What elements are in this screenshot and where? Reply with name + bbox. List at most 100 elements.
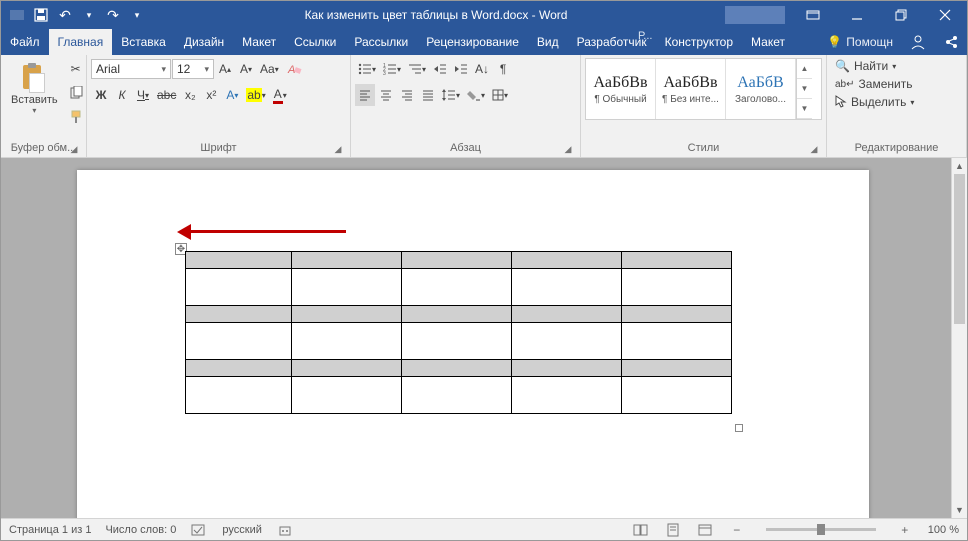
change-case-icon[interactable]: Aa▾	[257, 58, 282, 80]
borders-icon[interactable]: ▾	[489, 84, 511, 106]
font-color-icon[interactable]: A▾	[270, 84, 290, 106]
context-tab-label: Р...	[638, 30, 652, 42]
highlight-icon[interactable]: ab▾	[243, 84, 268, 106]
scroll-thumb[interactable]	[954, 174, 965, 324]
paste-button[interactable]: Вставить ▾	[5, 58, 64, 119]
style-heading1[interactable]: АаБбВ Заголово...	[726, 59, 796, 119]
cut-icon[interactable]: ✂	[66, 58, 86, 80]
save-icon[interactable]	[31, 5, 51, 25]
zoom-level[interactable]: 100 %	[928, 524, 959, 536]
indent-icon[interactable]	[451, 58, 471, 80]
spellcheck-icon[interactable]	[190, 521, 208, 539]
tab-review[interactable]: Рецензирование	[417, 29, 528, 55]
close-icon[interactable]	[923, 1, 967, 29]
shrink-font-icon[interactable]: A▾	[236, 58, 256, 80]
tab-mailings[interactable]: Рассылки	[345, 29, 417, 55]
share-icon[interactable]	[935, 29, 967, 55]
bold-button[interactable]: Ж	[91, 84, 111, 106]
line-spacing-icon[interactable]: ▾	[439, 84, 463, 106]
group-font: Шрифт ◢	[91, 140, 346, 157]
multilevel-icon[interactable]: ▾	[405, 58, 429, 80]
tab-table-layout[interactable]: Макет	[742, 29, 794, 55]
text-effects-icon[interactable]: A▾	[222, 84, 242, 106]
tell-me[interactable]: 💡 Помощн	[819, 29, 901, 55]
font-launcher-icon[interactable]: ◢	[332, 143, 344, 155]
word-app-icon	[7, 5, 27, 25]
tab-design[interactable]: Дизайн	[175, 29, 233, 55]
table-resize-handle[interactable]	[735, 424, 743, 432]
status-language[interactable]: русский	[222, 524, 261, 536]
tab-view[interactable]: Вид	[528, 29, 568, 55]
superscript-button[interactable]: x²	[201, 84, 221, 106]
italic-button[interactable]: К	[112, 84, 132, 106]
gallery-more-icon[interactable]: ▼	[797, 99, 812, 119]
read-mode-icon[interactable]	[632, 521, 650, 539]
style-normal[interactable]: АаБбВв ¶ Обычный	[586, 59, 656, 119]
tab-layout[interactable]: Макет	[233, 29, 285, 55]
restore-icon[interactable]	[879, 1, 923, 29]
replace-button[interactable]: ab↵ Заменить	[831, 76, 962, 92]
zoom-in-icon[interactable]: +	[896, 521, 914, 539]
qat-customize-icon[interactable]: ▾	[127, 5, 147, 25]
outdent-icon[interactable]	[430, 58, 450, 80]
tab-file[interactable]: Файл	[1, 29, 49, 55]
find-button[interactable]: 🔍 Найти▾	[831, 58, 962, 74]
scroll-down-icon[interactable]: ▼	[952, 502, 967, 518]
align-center-icon[interactable]	[376, 84, 396, 106]
sort-icon[interactable]: A↓	[472, 58, 492, 80]
font-size-combo[interactable]: 12▾	[172, 59, 214, 79]
scroll-up-icon[interactable]: ▲	[952, 158, 967, 174]
subscript-button[interactable]: x₂	[180, 84, 200, 106]
replace-icon: ab↵	[835, 79, 855, 90]
numbering-icon[interactable]: 123▾	[380, 58, 404, 80]
select-button[interactable]: Выделить▾	[831, 94, 962, 110]
shading-icon[interactable]: ▾	[464, 84, 488, 106]
macro-icon[interactable]	[276, 521, 294, 539]
gallery-down-icon[interactable]: ▼	[797, 79, 812, 99]
undo-icon[interactable]: ↶	[55, 5, 75, 25]
align-right-icon[interactable]	[397, 84, 417, 106]
print-layout-icon[interactable]	[664, 521, 682, 539]
account-icon[interactable]	[901, 29, 935, 55]
ribbon-display-icon[interactable]	[791, 1, 835, 29]
tab-table-design[interactable]: Конструктор	[656, 29, 742, 55]
group-editing: Редактирование	[831, 140, 962, 157]
redo-icon[interactable]: ↷	[103, 5, 123, 25]
gallery-up-icon[interactable]: ▲	[797, 59, 812, 79]
status-page[interactable]: Страница 1 из 1	[9, 524, 91, 536]
strike-button[interactable]: abc	[154, 84, 179, 106]
justify-icon[interactable]	[418, 84, 438, 106]
show-marks-icon[interactable]: ¶	[493, 58, 513, 80]
grow-font-icon[interactable]: A▴	[215, 58, 235, 80]
lightbulb-icon: 💡	[827, 35, 842, 49]
status-words[interactable]: Число слов: 0	[105, 524, 176, 536]
document-area[interactable]: ✥	[1, 158, 951, 518]
document-table[interactable]	[185, 251, 732, 414]
clipboard-launcher-icon[interactable]: ◢	[68, 143, 80, 155]
group-paragraph: Абзац ◢	[355, 140, 576, 157]
zoom-out-icon[interactable]: −	[728, 521, 746, 539]
styles-launcher-icon[interactable]: ◢	[808, 143, 820, 155]
font-name-combo[interactable]: Arial▾	[91, 59, 171, 79]
align-left-icon[interactable]	[355, 84, 375, 106]
tab-references[interactable]: Ссылки	[285, 29, 345, 55]
format-painter-icon[interactable]	[66, 106, 86, 128]
clear-format-icon[interactable]: A	[283, 58, 305, 80]
zoom-slider[interactable]	[766, 528, 876, 531]
select-icon	[835, 95, 847, 109]
page: ✥	[77, 170, 869, 518]
web-layout-icon[interactable]	[696, 521, 714, 539]
bullets-icon[interactable]: ▾	[355, 58, 379, 80]
paragraph-launcher-icon[interactable]: ◢	[562, 143, 574, 155]
copy-icon[interactable]	[66, 82, 86, 104]
tab-insert[interactable]: Вставка	[112, 29, 175, 55]
minimize-icon[interactable]	[835, 1, 879, 29]
underline-button[interactable]: Ч▾	[133, 84, 153, 106]
vertical-scrollbar[interactable]: ▲ ▼	[951, 158, 967, 518]
account-area[interactable]	[725, 6, 785, 24]
style-no-spacing[interactable]: АаБбВв ¶ Без инте...	[656, 59, 726, 119]
styles-gallery[interactable]: АаБбВв ¶ Обычный АаБбВв ¶ Без инте... Аа…	[585, 58, 822, 120]
undo-dropdown-icon[interactable]: ▾	[79, 5, 99, 25]
paste-dropdown-icon[interactable]: ▾	[32, 106, 36, 115]
tab-home[interactable]: Главная	[49, 29, 113, 55]
